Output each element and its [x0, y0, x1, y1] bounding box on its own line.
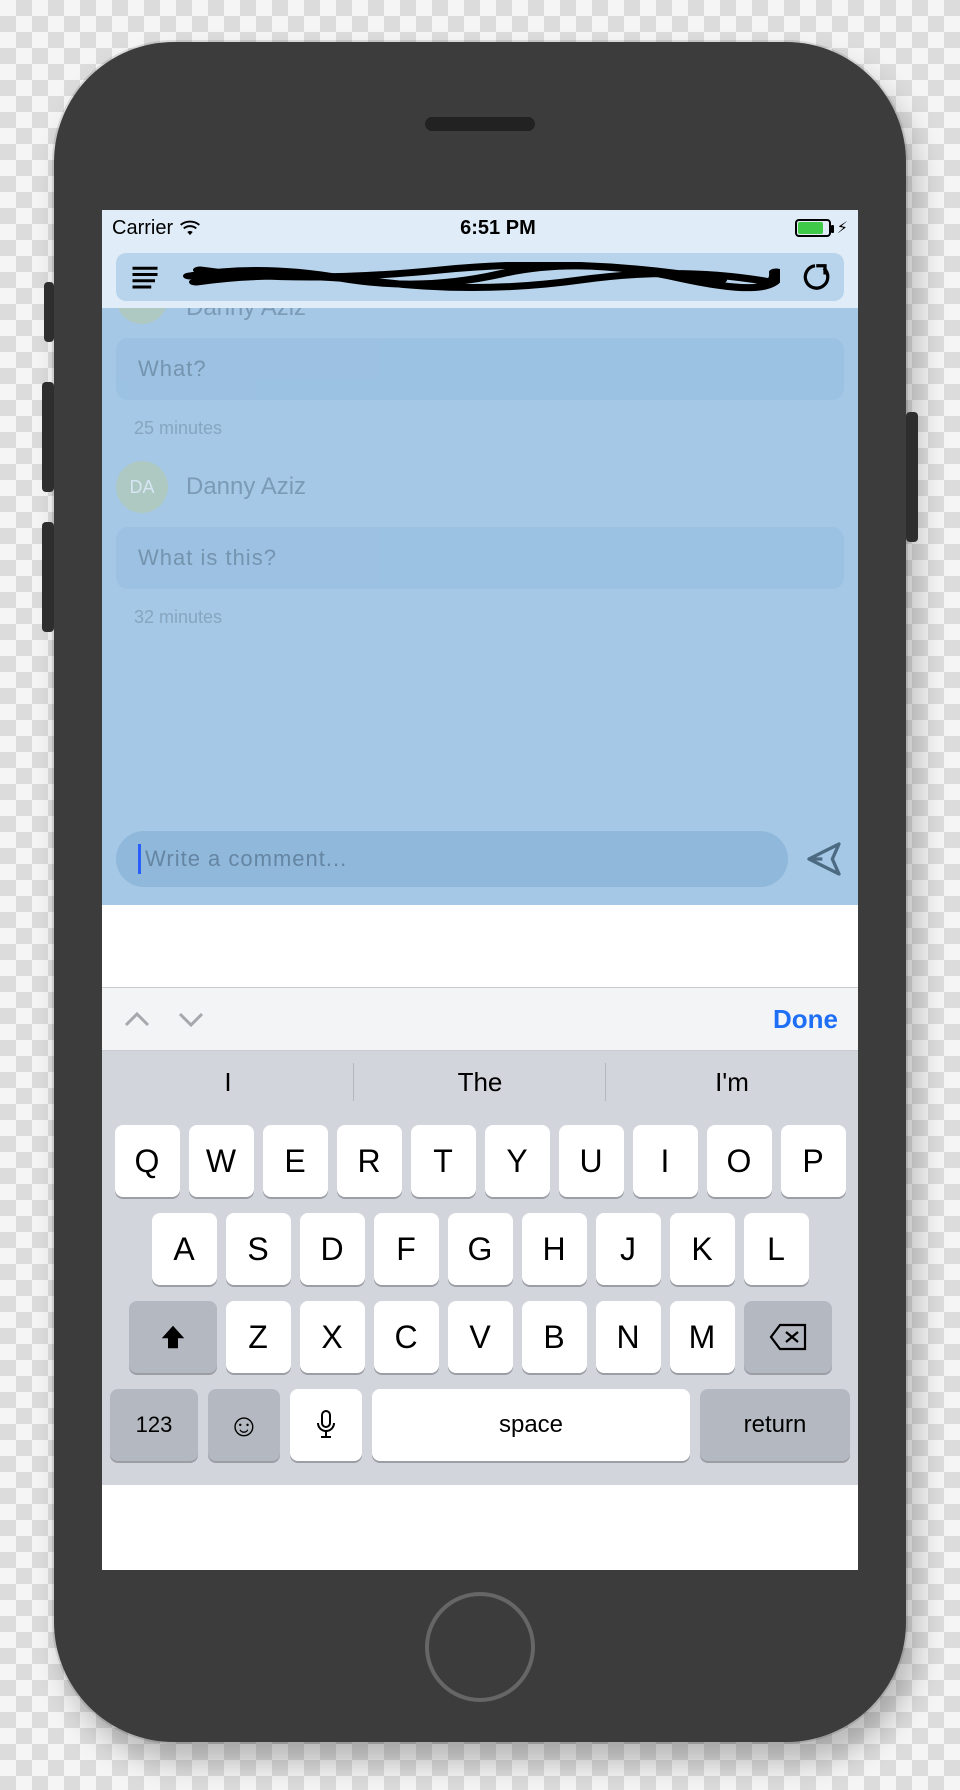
chat-area[interactable]: DA Danny Aziz What? 25 minutes DA Danny … — [102, 308, 858, 905]
key-s[interactable]: S — [226, 1213, 291, 1285]
carrier-label: Carrier — [112, 217, 173, 240]
key-o[interactable]: O — [707, 1125, 772, 1197]
key-i[interactable]: I — [633, 1125, 698, 1197]
key-d[interactable]: D — [300, 1213, 365, 1285]
avatar: DA — [116, 461, 168, 513]
key-f[interactable]: F — [374, 1213, 439, 1285]
battery-icon — [795, 219, 831, 237]
key-g[interactable]: G — [448, 1213, 513, 1285]
done-button[interactable]: Done — [773, 1004, 838, 1035]
next-field-icon[interactable] — [176, 1009, 206, 1029]
speaker — [425, 117, 535, 131]
key-h[interactable]: H — [522, 1213, 587, 1285]
key-e[interactable]: E — [263, 1125, 328, 1197]
key-space[interactable]: space — [372, 1389, 690, 1461]
key-z[interactable]: Z — [226, 1301, 291, 1373]
suggestion[interactable]: The — [354, 1051, 606, 1113]
key-k[interactable]: K — [670, 1213, 735, 1285]
send-icon[interactable] — [804, 839, 844, 879]
message-bubble: What is this? — [116, 527, 844, 589]
prev-field-icon[interactable] — [122, 1009, 152, 1029]
key-y[interactable]: Y — [485, 1125, 550, 1197]
key-m[interactable]: M — [670, 1301, 735, 1373]
power-button — [906, 412, 918, 542]
content-spacer — [102, 905, 858, 987]
key-numbers[interactable]: 123 — [110, 1389, 198, 1461]
redacted-title — [180, 262, 780, 292]
navbar — [102, 246, 858, 308]
key-r[interactable]: R — [337, 1125, 402, 1197]
key-v[interactable]: V — [448, 1301, 513, 1373]
wifi-icon — [179, 220, 201, 236]
key-l[interactable]: L — [744, 1213, 809, 1285]
status-bar: Carrier 6:51 PM ⚡︎ — [102, 210, 858, 246]
key-p[interactable]: P — [781, 1125, 846, 1197]
key-return[interactable]: return — [700, 1389, 850, 1461]
message-timestamp: 32 minutes — [134, 607, 844, 628]
message-timestamp: 25 minutes — [134, 418, 844, 439]
sender-name: Danny Aziz — [186, 473, 306, 501]
key-j[interactable]: J — [596, 1213, 661, 1285]
mute-switch — [44, 282, 54, 342]
key-u[interactable]: U — [559, 1125, 624, 1197]
text-caret — [138, 844, 141, 874]
key-emoji[interactable]: ☺ — [208, 1389, 280, 1461]
phone-frame: Carrier 6:51 PM ⚡︎ — [54, 42, 906, 1742]
menu-icon[interactable] — [130, 262, 160, 292]
keyboard-accessory-bar: Done — [102, 987, 858, 1051]
volume-down-button — [42, 522, 54, 632]
suggestion[interactable]: I — [102, 1051, 354, 1113]
key-x[interactable]: X — [300, 1301, 365, 1373]
screen: Carrier 6:51 PM ⚡︎ — [102, 210, 858, 1570]
key-shift[interactable] — [129, 1301, 217, 1373]
charging-icon: ⚡︎ — [837, 218, 848, 238]
key-q[interactable]: Q — [115, 1125, 180, 1197]
comment-placeholder: Write a comment... — [145, 846, 347, 872]
message-group: DA Danny Aziz What is this? 32 minutes — [116, 461, 844, 628]
home-button[interactable] — [425, 1592, 535, 1702]
key-dictation[interactable] — [290, 1389, 362, 1461]
clock: 6:51 PM — [460, 217, 536, 240]
avatar: DA — [116, 308, 168, 324]
keyboard: Q W E R T Y U I O P A S D F G H J K L — [102, 1113, 858, 1485]
suggestion-bar: I The I'm — [102, 1051, 858, 1113]
key-n[interactable]: N — [596, 1301, 661, 1373]
key-b[interactable]: B — [522, 1301, 587, 1373]
key-a[interactable]: A — [152, 1213, 217, 1285]
key-c[interactable]: C — [374, 1301, 439, 1373]
reload-icon[interactable] — [800, 262, 830, 292]
comment-input[interactable]: Write a comment... — [116, 831, 788, 887]
key-backspace[interactable] — [744, 1301, 832, 1373]
key-t[interactable]: T — [411, 1125, 476, 1197]
mic-icon — [314, 1409, 338, 1441]
sender-name: Danny Aziz — [186, 308, 306, 322]
suggestion[interactable]: I'm — [606, 1051, 858, 1113]
key-w[interactable]: W — [189, 1125, 254, 1197]
message-bubble: What? — [116, 338, 844, 400]
volume-up-button — [42, 382, 54, 492]
message-group: DA Danny Aziz What? 25 minutes — [116, 308, 844, 439]
